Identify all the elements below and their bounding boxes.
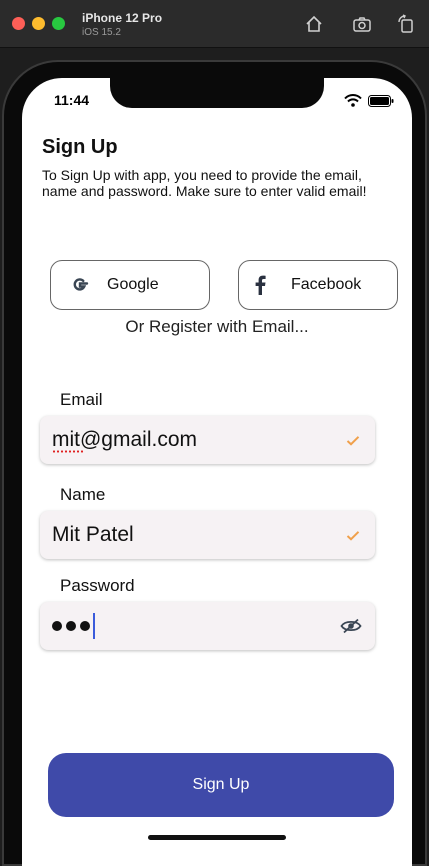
google-button-label: Google xyxy=(107,276,159,293)
home-indicator xyxy=(148,835,286,840)
camera-icon xyxy=(353,17,371,32)
password-dot xyxy=(66,621,76,631)
app-screen: 11:44 Sign Up To Sign Up with app, you n… xyxy=(22,78,412,866)
simulator-os-version: iOS 15.2 xyxy=(82,27,121,38)
toggle-password-visibility-button[interactable] xyxy=(339,616,363,636)
facebook-signin-button[interactable]: Facebook xyxy=(238,260,398,310)
text-cursor xyxy=(93,613,95,639)
password-dot xyxy=(52,621,62,631)
name-input[interactable] xyxy=(52,523,322,547)
google-signin-button[interactable]: Google xyxy=(50,260,210,310)
page-description: To Sign Up with app, you need to provide… xyxy=(42,167,367,199)
status-indicators xyxy=(344,94,394,107)
email-label: Email xyxy=(60,390,103,409)
spellcheck-underline xyxy=(52,450,84,453)
simulator-title-bar: iPhone 12 Pro iOS 15.2 xyxy=(0,0,429,48)
name-valid-check-icon xyxy=(343,525,363,545)
password-field[interactable] xyxy=(40,602,375,650)
google-g-icon xyxy=(65,274,95,296)
password-dot xyxy=(80,621,90,631)
eye-slash-icon xyxy=(340,618,362,634)
email-valid-check-icon xyxy=(343,430,363,450)
facebook-f-icon xyxy=(251,275,269,295)
password-label: Password xyxy=(60,576,135,595)
email-field[interactable] xyxy=(40,416,375,464)
close-window-button[interactable] xyxy=(12,17,25,30)
device-notch xyxy=(110,78,324,108)
name-label: Name xyxy=(60,485,106,504)
email-input[interactable] xyxy=(52,428,322,452)
page-title: Sign Up xyxy=(42,136,118,158)
password-masked-value[interactable] xyxy=(52,621,90,631)
minimize-window-button[interactable] xyxy=(32,17,45,30)
status-time: 11:44 xyxy=(54,92,90,108)
home-icon xyxy=(306,15,322,32)
name-field[interactable] xyxy=(40,511,375,559)
screenshot-button[interactable] xyxy=(350,12,374,36)
register-with-email-text: Or Register with Email... xyxy=(125,317,309,336)
battery-icon xyxy=(368,94,394,107)
wifi-icon xyxy=(344,94,362,107)
simulator-device-name: iPhone 12 Pro xyxy=(82,11,163,25)
rotate-icon xyxy=(398,14,413,33)
rotate-button[interactable] xyxy=(394,12,418,36)
zoom-window-button[interactable] xyxy=(52,17,65,30)
sign-up-button[interactable]: Sign Up xyxy=(48,753,394,817)
home-button[interactable] xyxy=(302,12,326,36)
facebook-button-label: Facebook xyxy=(291,276,362,293)
